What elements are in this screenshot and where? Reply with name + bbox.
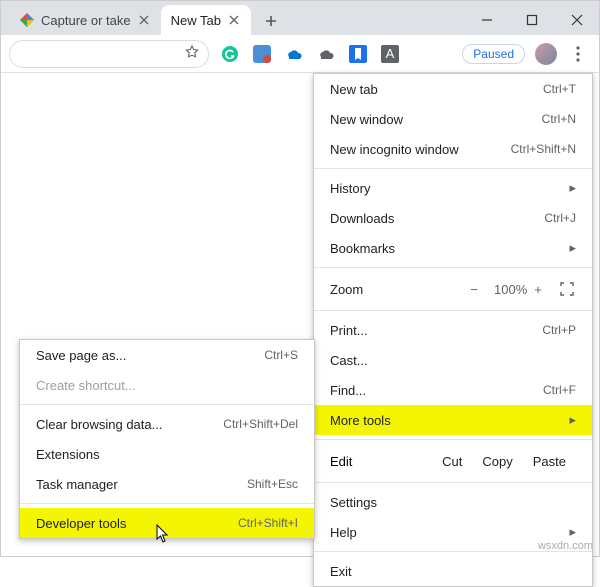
menu-label: Print...: [330, 323, 542, 338]
menu-exit[interactable]: Exit: [314, 556, 592, 586]
menu-label: History: [330, 181, 563, 196]
menu-incognito[interactable]: New incognito window Ctrl+Shift+N: [314, 134, 592, 164]
address-bar[interactable]: [9, 40, 209, 68]
onedrive-icon[interactable]: [285, 45, 303, 63]
chrome-menu: New tab Ctrl+T New window Ctrl+N New inc…: [313, 73, 593, 587]
close-icon[interactable]: [137, 13, 151, 27]
menu-label: Save page as...: [36, 348, 264, 363]
star-icon[interactable]: [184, 44, 200, 63]
maximize-button[interactable]: [509, 5, 554, 35]
menu-label: Developer tools: [36, 516, 238, 531]
menu-shortcut: Shift+Esc: [247, 477, 298, 491]
menu-label: Bookmarks: [330, 241, 563, 256]
avatar[interactable]: [535, 43, 557, 65]
tab-capture[interactable]: Capture or take: [9, 5, 161, 35]
menu-label: New incognito window: [330, 142, 511, 157]
menu-label: Edit: [330, 454, 432, 469]
menu-history[interactable]: History ▸: [314, 173, 592, 203]
paste-button[interactable]: Paste: [523, 454, 576, 469]
pdf-icon[interactable]: A: [381, 45, 399, 63]
menu-separator: [314, 439, 592, 440]
menu-separator: [314, 267, 592, 268]
menu-label: Cast...: [330, 353, 576, 368]
menu-shortcut: Ctrl+Shift+Del: [223, 417, 298, 431]
extension-icons: A: [221, 45, 399, 63]
chevron-right-icon: ▸: [569, 524, 576, 540]
menu-cast[interactable]: Cast...: [314, 345, 592, 375]
zoom-out-button[interactable]: −: [462, 282, 486, 297]
menu-shortcut: Ctrl+P: [542, 323, 576, 337]
bookmark-ext-icon[interactable]: [349, 45, 367, 63]
zoom-value: 100%: [494, 282, 518, 297]
menu-shortcut: Ctrl+F: [543, 383, 576, 397]
grammarly-icon[interactable]: [221, 45, 239, 63]
menu-shortcut: Ctrl+T: [543, 82, 576, 96]
titlebar: Capture or take New Tab: [1, 1, 599, 35]
menu-shortcut: Ctrl+N: [542, 112, 576, 126]
tab-newtab[interactable]: New Tab: [161, 5, 251, 35]
menu-label: Task manager: [36, 477, 247, 492]
more-tools-submenu: Save page as... Ctrl+S Create shortcut..…: [19, 339, 315, 539]
cut-button[interactable]: Cut: [432, 454, 472, 469]
menu-shortcut: Ctrl+Shift+N: [511, 142, 576, 156]
todoist-icon[interactable]: [253, 45, 271, 63]
menu-separator: [314, 482, 592, 483]
menu-separator: [20, 404, 314, 405]
menu-label: Downloads: [330, 211, 544, 226]
zoom-in-button[interactable]: +: [526, 282, 550, 297]
toolbar: A Paused: [1, 35, 599, 73]
chrome-menu-button[interactable]: [565, 41, 591, 67]
chevron-right-icon: ▸: [569, 180, 576, 196]
watermark: wsxdn.com: [538, 540, 593, 552]
close-window-button[interactable]: [554, 5, 599, 35]
submenu-task-manager[interactable]: Task manager Shift+Esc: [20, 469, 314, 499]
menu-separator: [314, 310, 592, 311]
tab-title: New Tab: [171, 13, 221, 28]
submenu-save-page[interactable]: Save page as... Ctrl+S: [20, 340, 314, 370]
menu-label: Find...: [330, 383, 543, 398]
menu-label: Extensions: [36, 447, 298, 462]
window-controls: [464, 5, 599, 35]
menu-zoom: Zoom − 100% +: [314, 272, 592, 306]
menu-label: New window: [330, 112, 542, 127]
menu-new-tab[interactable]: New tab Ctrl+T: [314, 74, 592, 104]
menu-label: Help: [330, 525, 563, 540]
menu-downloads[interactable]: Downloads Ctrl+J: [314, 203, 592, 233]
favicon-icon: [19, 12, 35, 28]
tab-title: Capture or take: [41, 13, 131, 28]
menu-find[interactable]: Find... Ctrl+F: [314, 375, 592, 405]
minimize-button[interactable]: [464, 5, 509, 35]
menu-shortcut: Ctrl+Shift+I: [238, 516, 298, 530]
menu-edit: Edit Cut Copy Paste: [314, 444, 592, 478]
cloud-icon[interactable]: [317, 45, 335, 63]
chevron-right-icon: ▸: [569, 240, 576, 256]
menu-label: New tab: [330, 82, 543, 97]
menu-label: Clear browsing data...: [36, 417, 223, 432]
new-tab-button[interactable]: [257, 7, 285, 35]
chevron-right-icon: ▸: [569, 412, 576, 428]
menu-bookmarks[interactable]: Bookmarks ▸: [314, 233, 592, 263]
menu-separator: [314, 168, 592, 169]
menu-label: Zoom: [330, 282, 454, 297]
menu-shortcut: Ctrl+S: [264, 348, 298, 362]
fullscreen-icon[interactable]: [558, 280, 576, 298]
menu-print[interactable]: Print... Ctrl+P: [314, 315, 592, 345]
menu-settings[interactable]: Settings: [314, 487, 592, 517]
svg-text:A: A: [386, 46, 395, 61]
copy-button[interactable]: Copy: [472, 454, 522, 469]
submenu-developer-tools[interactable]: Developer tools Ctrl+Shift+I: [20, 508, 314, 538]
submenu-clear-data[interactable]: Clear browsing data... Ctrl+Shift+Del: [20, 409, 314, 439]
profile-paused-button[interactable]: Paused: [462, 44, 525, 64]
menu-label: Create shortcut...: [36, 378, 298, 393]
close-icon[interactable]: [227, 13, 241, 27]
menu-new-window[interactable]: New window Ctrl+N: [314, 104, 592, 134]
menu-label: Exit: [330, 564, 576, 579]
submenu-create-shortcut: Create shortcut...: [20, 370, 314, 400]
menu-more-tools[interactable]: More tools ▸: [314, 405, 592, 435]
menu-label: More tools: [330, 413, 563, 428]
menu-shortcut: Ctrl+J: [544, 211, 576, 225]
menu-separator: [20, 503, 314, 504]
submenu-extensions[interactable]: Extensions: [20, 439, 314, 469]
menu-label: Settings: [330, 495, 576, 510]
